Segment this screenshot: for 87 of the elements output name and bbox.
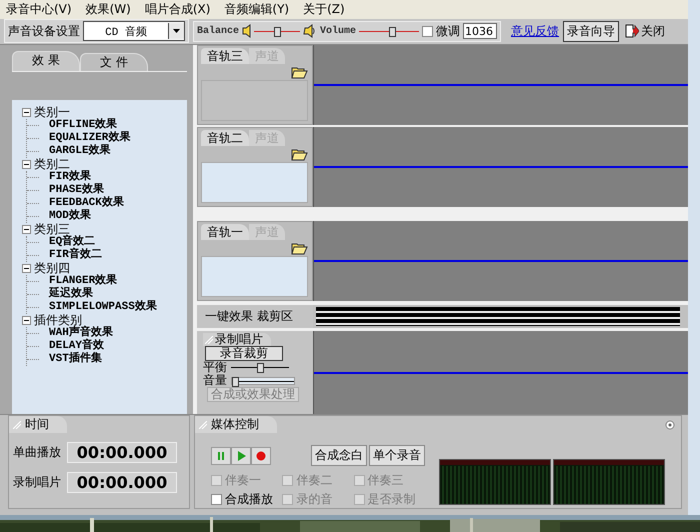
media-button[interactable]: 合成念白 (311, 445, 367, 466)
device-label: 声音设备设置 (8, 22, 80, 40)
tree-item[interactable]: GARGLE效果 (49, 145, 111, 158)
tab[interactable]: 音轨二 (201, 130, 249, 146)
tree-item[interactable]: EQ音效二 (49, 236, 96, 249)
option-label: 录的音 (296, 491, 332, 508)
pin-icon (665, 420, 675, 430)
close-button[interactable]: 关闭 (623, 22, 668, 40)
panel-title: 时间 (25, 416, 49, 433)
checkbox[interactable] (422, 26, 434, 37)
pause-button[interactable] (211, 446, 231, 464)
media-button[interactable]: 单个录音 (369, 445, 425, 466)
grip-icon (13, 420, 21, 428)
time-display: 00:00.000 (67, 472, 177, 493)
tree-item[interactable]: VST插件集 (49, 353, 102, 366)
tree-item[interactable]: 类别三 (34, 223, 70, 236)
tree-item[interactable]: FIR音效二 (49, 249, 102, 262)
trim-button[interactable]: 录音裁剪 (205, 346, 283, 361)
tab[interactable]: 效 果 (12, 51, 80, 71)
device-dropdown[interactable]: CD 音频 (83, 21, 185, 42)
tree-item[interactable]: 类别四 (34, 262, 70, 275)
play-button[interactable] (231, 446, 251, 464)
balance-label: Balance (197, 26, 240, 37)
tree-item[interactable]: PHASE效果 (49, 184, 104, 197)
slider-track[interactable] (231, 363, 289, 372)
tree-item[interactable]: FEEDBACK效果 (49, 197, 124, 210)
tab[interactable]: 音轨一 (201, 224, 249, 240)
option-label: 是否录制 (368, 491, 416, 508)
collapse-icon[interactable] (22, 108, 31, 117)
panel-title: 媒体控制 (211, 416, 259, 433)
collapse-icon[interactable] (22, 225, 31, 234)
option-label: 合成播放 (225, 491, 273, 508)
tab[interactable]: 音轨三 (201, 48, 249, 64)
collapse-icon[interactable] (22, 316, 31, 325)
time-label: 录制唱片 (13, 474, 61, 491)
grip-icon (205, 336, 213, 344)
exit-icon (625, 24, 640, 38)
option-label: 伴奏三 (368, 472, 404, 489)
tree-item[interactable]: SIMPLELOWPASS效果 (49, 301, 157, 314)
tree-item[interactable]: OFFLINE效果 (49, 119, 118, 132)
time-display: 00:00.000 (67, 442, 177, 463)
slider-track[interactable] (231, 376, 295, 384)
speaker-icon (303, 24, 318, 38)
slider-thumb[interactable] (257, 363, 264, 373)
option-label: 伴奏二 (296, 472, 332, 489)
caret-icon (173, 29, 180, 34)
panel-title: 录制唱片 (215, 333, 263, 346)
grip-icon (199, 420, 207, 428)
tab[interactable]: 文 件 (80, 53, 148, 71)
record-icon (256, 450, 266, 460)
menu-item[interactable]: 唱片合成(X) (144, 0, 210, 18)
tree-item[interactable]: WAH声音效果 (49, 327, 113, 340)
pause-icon (216, 450, 226, 460)
play-icon (236, 450, 246, 460)
collapse-icon[interactable] (22, 264, 31, 273)
tree-item[interactable]: 类别一 (34, 106, 70, 119)
balance-label: 平衡 (203, 361, 227, 374)
menu-item[interactable]: 录音中心(V) (6, 0, 72, 18)
menu-item[interactable]: 音频编辑(Y) (224, 0, 290, 18)
tree-item[interactable]: FLANGER效果 (49, 275, 118, 288)
effects-label: 一键效果 裁剪区 (197, 305, 313, 328)
volume-label: 音量 (203, 374, 227, 387)
volume-label: Volume (320, 26, 356, 37)
tree-item[interactable]: DELAY音效 (49, 340, 104, 353)
slider-thumb[interactable] (274, 26, 282, 37)
feedback-link[interactable]: 意见反馈 (511, 22, 560, 40)
option-label: 伴奏一 (225, 472, 261, 489)
tree-item[interactable]: 类别二 (34, 158, 70, 171)
collapse-icon[interactable] (22, 160, 31, 169)
tree-item[interactable]: EQUALIZER效果 (49, 132, 130, 145)
slider-track[interactable] (254, 26, 300, 36)
slider-thumb[interactable] (389, 26, 396, 37)
number-field[interactable]: 1036 (463, 23, 498, 40)
menu-item[interactable]: 效果(W) (86, 0, 131, 18)
menu-item[interactable]: 关于(Z) (303, 0, 345, 18)
checkbox[interactable] (211, 494, 222, 505)
wizard-button[interactable]: 录音向导 (563, 20, 620, 42)
time-label: 单曲播放 (13, 444, 61, 461)
record-button[interactable] (251, 446, 271, 464)
tree-item[interactable]: MOD效果 (49, 210, 91, 223)
tree-item[interactable]: FIR效果 (49, 171, 91, 184)
speaker-icon (242, 24, 252, 38)
slider-thumb[interactable] (232, 376, 240, 386)
tree-item[interactable]: 插件类别 (34, 314, 82, 327)
slider-track[interactable] (359, 26, 420, 36)
tree-item[interactable]: 延迟效果 (49, 288, 93, 301)
fine-tune-label: 微调 (436, 22, 460, 40)
